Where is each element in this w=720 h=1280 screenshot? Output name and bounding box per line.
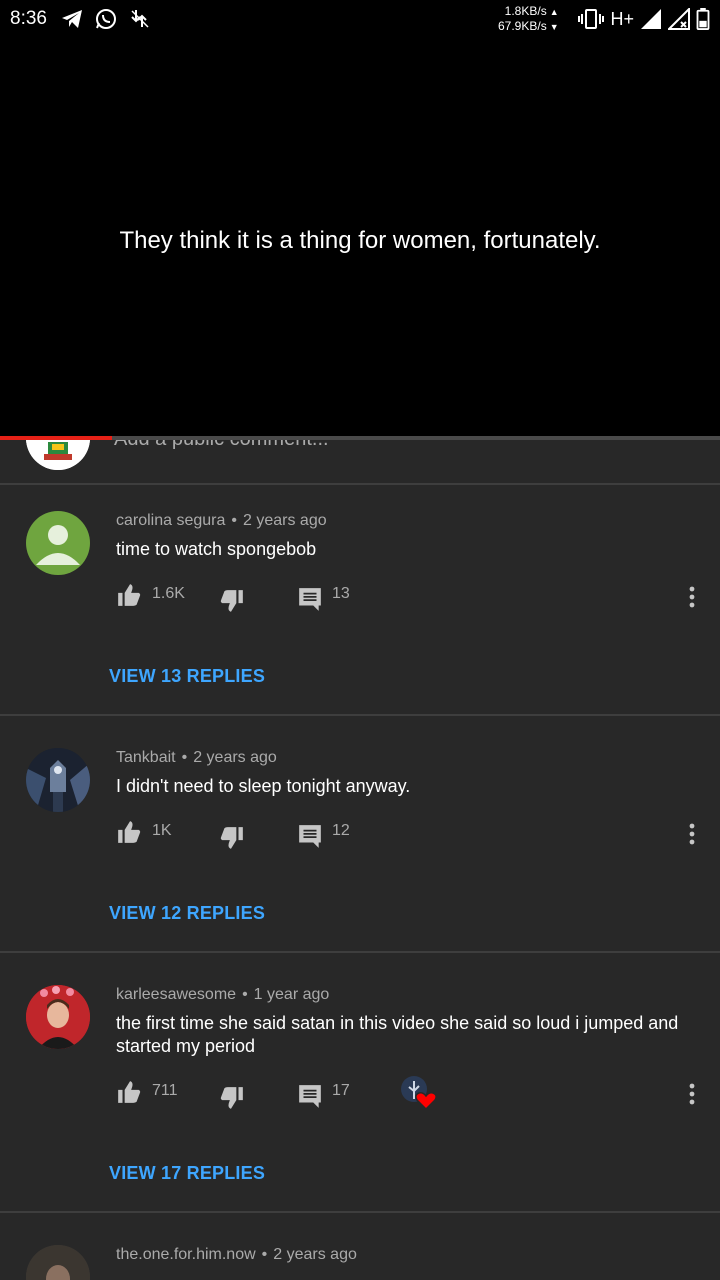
view-replies-button[interactable]: VIEW 12 REPLIES [109, 903, 265, 924]
network-speed: 1.8KB/s ▲ 67.9KB/s ▼ [498, 4, 559, 33]
meta-separator: • [261, 1246, 268, 1263]
dislike-icon[interactable] [219, 588, 245, 614]
video-player[interactable]: They think it is a thing for women, fort… [0, 40, 720, 440]
comment-time: 1 year ago [253, 986, 330, 1003]
reply-icon[interactable] [297, 1083, 323, 1109]
comment-meta: carolina segura • 2 years ago [116, 512, 327, 530]
view-replies-button[interactable]: VIEW 13 REPLIES [109, 666, 265, 687]
author-avatar[interactable] [26, 748, 90, 812]
comment-meta: Tankbait • 2 years ago [116, 749, 277, 767]
status-time: 8:36 [10, 8, 47, 29]
comment-text: time to watch spongebob [116, 539, 317, 559]
meta-separator: • [231, 512, 238, 529]
comment-author[interactable]: the.one.for.him.now [116, 1246, 256, 1263]
comment-item: carolina segura • 2 years ago time to watc… [0, 485, 720, 714]
comment-text: the first time she said satan in this vi… [116, 1013, 679, 1056]
author-avatar[interactable] [26, 511, 90, 575]
like-icon[interactable] [116, 819, 142, 845]
comment-time: 2 years ago [243, 512, 327, 529]
more-options-icon[interactable] [680, 1081, 704, 1107]
download-icon [131, 10, 149, 28]
author-avatar[interactable] [26, 985, 90, 1049]
like-count: 711 [152, 1082, 178, 1099]
more-options-icon[interactable] [680, 584, 704, 610]
net-up: 1.8KB/s [504, 4, 547, 18]
like-icon[interactable] [116, 1079, 142, 1105]
network-type: H+ [610, 8, 634, 29]
video-subtitle: They think it is a thing for women, fort… [119, 227, 601, 254]
reply-icon[interactable] [297, 823, 323, 849]
like-count: 1.6K [152, 585, 185, 602]
reply-count: 13 [332, 585, 350, 602]
comment-actions: 1.6K 13 [0, 582, 720, 612]
comment-meta: karleesawesome • 1 year ago [116, 986, 329, 1004]
creator-heart-icon [401, 1076, 437, 1111]
meta-separator: • [242, 986, 248, 1003]
comment-item: Tankbait • 2 years ago I didn't need to sl… [0, 716, 720, 951]
more-options-icon[interactable] [680, 821, 704, 847]
vibrate-icon [578, 9, 605, 29]
reply-count: 17 [332, 1082, 350, 1099]
comment-time: 2 years ago [193, 749, 277, 766]
status-bar: 8:36 1.8KB/s ▲ 67.9KB/s ▼ H+ [0, 0, 720, 40]
reply-icon[interactable] [297, 586, 323, 612]
signal-no-sim-icon [668, 8, 690, 30]
view-replies-button[interactable]: VIEW 17 REPLIES [109, 1163, 265, 1184]
comment-actions: 711 17 [0, 1076, 720, 1111]
comment-author[interactable]: karleesawesome [116, 986, 236, 1003]
battery-icon [696, 8, 710, 30]
dislike-icon[interactable] [219, 1085, 245, 1111]
dislike-icon[interactable] [219, 825, 245, 851]
meta-separator: • [181, 749, 188, 766]
comment-author[interactable]: Tankbait [116, 749, 176, 766]
user-avatar [26, 440, 90, 470]
comment-actions: 1K 12 [0, 819, 720, 849]
comment-item: karleesawesome • 1 year ago the first time… [0, 953, 720, 1211]
author-avatar[interactable] [26, 1245, 90, 1280]
comment-text: I didn't need to sleep tonight anyway. [116, 776, 411, 796]
whatsapp-icon [96, 9, 116, 29]
notification-icons [60, 7, 152, 31]
comment-item: the.one.for.him.now • 2 years ago [0, 1213, 720, 1280]
signal-icon [641, 9, 661, 29]
system-icons: H+ [578, 8, 710, 30]
like-count: 1K [152, 822, 172, 839]
net-down: 67.9KB/s [498, 19, 547, 33]
add-comment-row[interactable]: Add a public comment... [0, 440, 720, 484]
telegram-icon [62, 10, 82, 28]
comment-meta: the.one.for.him.now • 2 years ago [116, 1246, 357, 1264]
add-comment-input[interactable]: Add a public comment... [114, 440, 329, 451]
comment-author[interactable]: carolina segura [116, 512, 225, 529]
like-icon[interactable] [116, 582, 142, 608]
comment-time: 2 years ago [273, 1246, 357, 1263]
reply-count: 12 [332, 822, 350, 839]
